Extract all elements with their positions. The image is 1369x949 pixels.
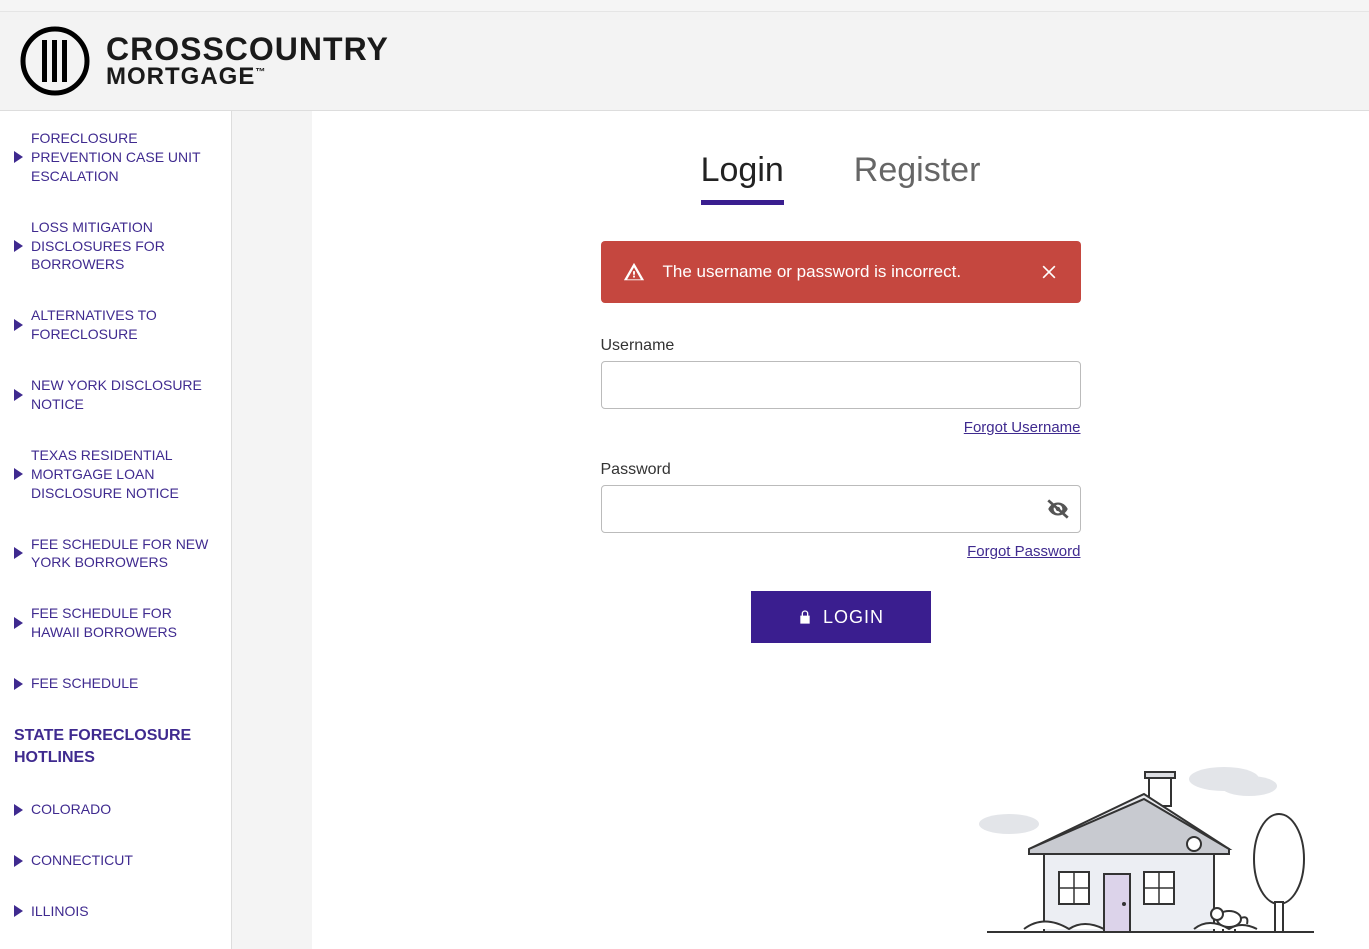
house-illustration [969, 754, 1329, 949]
caret-right-icon [14, 804, 23, 816]
main-content: Login Register The username or password … [312, 111, 1369, 949]
sidebar-item-label: FORECLOSURE PREVENTION CASE UNIT ESCALAT… [31, 129, 217, 186]
sidebar-item-label: FEE SCHEDULE [31, 674, 138, 693]
toggle-password-visibility[interactable] [1045, 496, 1071, 522]
password-input[interactable] [601, 485, 1081, 533]
sidebar-item-fee-ny[interactable]: FEE SCHEDULE FOR NEW YORK BORROWERS [10, 527, 221, 581]
site-header: CROSSCOUNTRY MORTGAGE™ [0, 12, 1369, 111]
sidebar-item-label: LOSS MITIGATION DISCLOSURES FOR BORROWER… [31, 218, 217, 275]
error-message: The username or password is incorrect. [663, 262, 1039, 282]
error-alert: The username or password is incorrect. [601, 241, 1081, 303]
username-field: Username [601, 337, 1081, 409]
sidebar-item-label: FEE SCHEDULE FOR HAWAII BORROWERS [31, 604, 217, 642]
password-label: Password [601, 461, 1081, 479]
caret-right-icon [14, 905, 23, 917]
caret-right-icon [14, 855, 23, 867]
username-input[interactable] [601, 361, 1081, 409]
sidebar-item-label: NEW YORK DISCLOSURE NOTICE [31, 376, 217, 414]
caret-right-icon [14, 547, 23, 559]
sidebar-item-foreclosure-prevention[interactable]: FORECLOSURE PREVENTION CASE UNIT ESCALAT… [10, 121, 221, 194]
sidebar-item-label: COLORADO [31, 800, 111, 819]
sidebar-item-colorado[interactable]: COLORADO [10, 792, 221, 827]
close-alert-button[interactable] [1039, 262, 1059, 282]
caret-right-icon [14, 319, 23, 331]
auth-tabs: Login Register [352, 151, 1329, 205]
warning-icon [623, 261, 645, 283]
eye-off-icon [1045, 496, 1071, 522]
brand-mark-icon [20, 26, 90, 96]
login-button[interactable]: LOGIN [751, 591, 931, 643]
sidebar-item-label: ILLINOIS [31, 902, 89, 921]
caret-right-icon [14, 240, 23, 252]
brand-line1: CROSSCOUNTRY [106, 33, 389, 65]
sidebar-item-tx-disclosure[interactable]: TEXAS RESIDENTIAL MORTGAGE LOAN DISCLOSU… [10, 438, 221, 511]
brand-text: CROSSCOUNTRY MORTGAGE™ [106, 33, 389, 89]
brand-line2: MORTGAGE™ [106, 65, 389, 89]
forgot-username-link[interactable]: Forgot Username [964, 419, 1081, 436]
sidebar-item-loss-mitigation[interactable]: LOSS MITIGATION DISCLOSURES FOR BORROWER… [10, 210, 221, 283]
sidebar: FORECLOSURE PREVENTION CASE UNIT ESCALAT… [0, 111, 232, 949]
username-label: Username [601, 337, 1081, 355]
caret-right-icon [14, 151, 23, 163]
login-form: The username or password is incorrect. U… [601, 241, 1081, 643]
sidebar-item-illinois[interactable]: ILLINOIS [10, 894, 221, 929]
password-field: Password [601, 461, 1081, 533]
caret-right-icon [14, 389, 23, 401]
sidebar-item-label: CONNECTICUT [31, 851, 133, 870]
sidebar-item-fee-hi[interactable]: FEE SCHEDULE FOR HAWAII BORROWERS [10, 596, 221, 650]
brand-logo: CROSSCOUNTRY MORTGAGE™ [20, 26, 389, 96]
sidebar-item-label: ALTERNATIVES TO FORECLOSURE [31, 306, 217, 344]
tab-register[interactable]: Register [854, 151, 981, 205]
forgot-password-link[interactable]: Forgot Password [967, 543, 1080, 560]
caret-right-icon [14, 678, 23, 690]
lock-icon [797, 608, 813, 626]
sidebar-item-fee-schedule[interactable]: FEE SCHEDULE [10, 666, 221, 701]
sidebar-item-ny-disclosure[interactable]: NEW YORK DISCLOSURE NOTICE [10, 368, 221, 422]
sidebar-item-label: TEXAS RESIDENTIAL MORTGAGE LOAN DISCLOSU… [31, 446, 217, 503]
sidebar-item-connecticut[interactable]: CONNECTICUT [10, 843, 221, 878]
caret-right-icon [14, 617, 23, 629]
caret-right-icon [14, 468, 23, 480]
tab-login[interactable]: Login [701, 151, 784, 205]
sidebar-item-alternatives[interactable]: ALTERNATIVES TO FORECLOSURE [10, 298, 221, 352]
sidebar-section-title: STATE FORECLOSURE HOTLINES [10, 717, 221, 776]
login-button-label: LOGIN [823, 607, 884, 628]
content-gutter [232, 111, 312, 949]
sidebar-item-label: FEE SCHEDULE FOR NEW YORK BORROWERS [31, 535, 217, 573]
window-topbar [0, 0, 1369, 12]
